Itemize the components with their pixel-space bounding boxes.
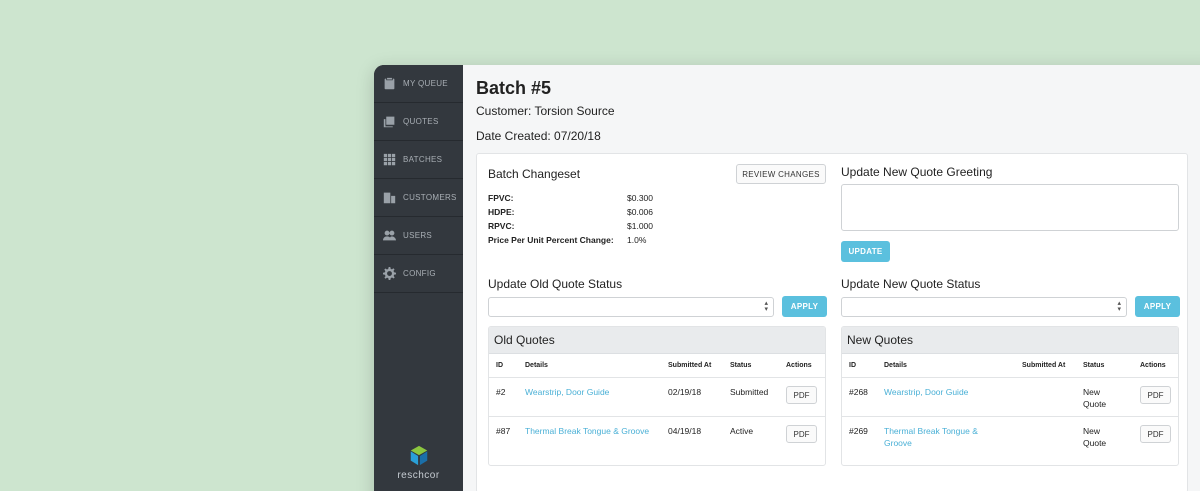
documents-icon — [382, 115, 396, 129]
old-quotes-table: Old Quotes ID Details Submitted At Statu… — [488, 326, 826, 466]
apply-new-status-button[interactable]: APPLY — [1135, 296, 1180, 317]
batch-panel: Batch Changeset REVIEW CHANGES FPVC: $0.3… — [476, 153, 1188, 491]
quote-status: New Quote — [1083, 387, 1107, 409]
quote-submitted: 02/19/18 — [668, 387, 702, 397]
pdf-button[interactable]: PDF — [786, 425, 817, 443]
column-header: Details — [884, 362, 907, 369]
new-status-select[interactable]: ▴ ▾ — [841, 297, 1127, 317]
quote-id: #268 — [849, 387, 868, 397]
logo-text: reschcor — [397, 470, 440, 481]
grid-icon — [382, 153, 396, 167]
brand-logo: reschcor — [374, 445, 463, 481]
sidebar-item-label: MY QUEUE — [403, 79, 448, 88]
column-header: ID — [849, 362, 856, 369]
sidebar-item-batches[interactable]: BATCHES — [374, 141, 463, 179]
sidebar-item-users[interactable]: USERS — [374, 217, 463, 255]
page-title: Batch #5 — [476, 78, 552, 98]
changeset-row: RPVC: $1.000 — [488, 221, 653, 231]
column-header: Details — [525, 362, 548, 369]
select-caret-icon: ▴ ▾ — [764, 300, 768, 313]
greeting-title: Update New Quote Greeting — [841, 165, 993, 179]
sidebar-item-label: CONFIG — [403, 269, 436, 278]
quote-id: #87 — [496, 426, 511, 436]
pdf-button[interactable]: PDF — [786, 386, 817, 404]
table-header: ID Details Submitted At Status Actions — [489, 354, 825, 378]
sidebar-item-label: QUOTES — [403, 117, 439, 126]
old-status-title: Update Old Quote Status — [488, 277, 623, 291]
sidebar-item-config[interactable]: CONFIG — [374, 255, 463, 293]
table-row: #87 Thermal Break Tongue & Groove 04/19/… — [489, 417, 825, 456]
quote-details-link[interactable]: Thermal Break Tongue & Groove — [884, 425, 994, 449]
logo-mark-icon — [410, 445, 427, 466]
quote-details-link[interactable]: Thermal Break Tongue & Groove — [525, 425, 649, 437]
greeting-textarea[interactable] — [841, 184, 1179, 231]
sidebar-item-label: BATCHES — [403, 155, 443, 164]
sidebar-item-my-queue[interactable]: MY QUEUE — [374, 65, 463, 103]
update-greeting-button[interactable]: UPDATE — [841, 241, 890, 262]
customer-label: Customer: Torsion Source — [476, 104, 615, 118]
quote-id: #269 — [849, 426, 868, 436]
table-row: #2 Wearstrip, Door Guide 02/19/18 Submit… — [489, 378, 825, 417]
column-header: Submitted At — [1022, 362, 1066, 369]
quote-submitted: 04/19/18 — [668, 426, 702, 436]
changeset-list: FPVC: $0.300 HDPE: $0.006 RPVC: $1.000 Pric… — [488, 193, 688, 249]
column-header: ID — [496, 362, 503, 369]
new-quotes-title: New Quotes — [842, 327, 1178, 354]
table-row: #268 Wearstrip, Door Guide New Quote PDF — [842, 378, 1178, 417]
review-changes-button[interactable]: REVIEW CHANGES — [736, 164, 826, 184]
quote-status: New Quote — [1083, 426, 1107, 448]
main-content: Batch #5 Customer: Torsion Source Date C… — [463, 65, 1200, 491]
pdf-button[interactable]: PDF — [1140, 425, 1171, 443]
apply-old-status-button[interactable]: APPLY — [782, 296, 827, 317]
quote-status: Active — [730, 426, 754, 436]
old-quotes-title: Old Quotes — [489, 327, 825, 354]
sidebar-item-label: CUSTOMERS — [403, 193, 457, 202]
column-header: Actions — [786, 362, 812, 369]
old-status-select[interactable]: ▴ ▾ — [488, 297, 774, 317]
sidebar: MY QUEUE QUOTES BATCHES CUSTOMERS USERS … — [374, 65, 463, 491]
clipboard-icon — [382, 77, 396, 91]
quote-details-link[interactable]: Wearstrip, Door Guide — [884, 386, 994, 398]
sidebar-item-label: USERS — [403, 231, 433, 240]
table-row: #269 Thermal Break Tongue & Groove New Q… — [842, 417, 1178, 456]
new-status-title: Update New Quote Status — [841, 277, 981, 291]
changeset-row: HDPE: $0.006 — [488, 207, 653, 217]
sidebar-item-customers[interactable]: CUSTOMERS — [374, 179, 463, 217]
quote-id: #2 — [496, 387, 506, 397]
column-header: Submitted At — [668, 362, 712, 369]
app-window: MY QUEUE QUOTES BATCHES CUSTOMERS USERS … — [374, 65, 1200, 491]
column-header: Status — [730, 362, 752, 369]
select-caret-icon: ▴ ▾ — [1117, 300, 1121, 313]
changeset-row: Price Per Unit Percent Change: 1.0% — [488, 235, 647, 245]
quote-details-link[interactable]: Wearstrip, Door Guide — [525, 386, 609, 398]
column-header: Status — [1083, 362, 1105, 369]
changeset-row: FPVC: $0.300 — [488, 193, 653, 203]
date-created-label: Date Created: 07/20/18 — [476, 129, 601, 143]
users-icon — [382, 229, 396, 243]
new-quotes-table: New Quotes ID Details Submitted At Statu… — [841, 326, 1179, 466]
changeset-title: Batch Changeset — [488, 167, 581, 181]
building-icon — [382, 191, 396, 205]
sidebar-item-quotes[interactable]: QUOTES — [374, 103, 463, 141]
pdf-button[interactable]: PDF — [1140, 386, 1171, 404]
quote-status: Submitted — [730, 387, 769, 397]
gear-icon — [382, 267, 396, 281]
column-header: Actions — [1140, 362, 1166, 369]
table-header: ID Details Submitted At Status Actions — [842, 354, 1178, 378]
